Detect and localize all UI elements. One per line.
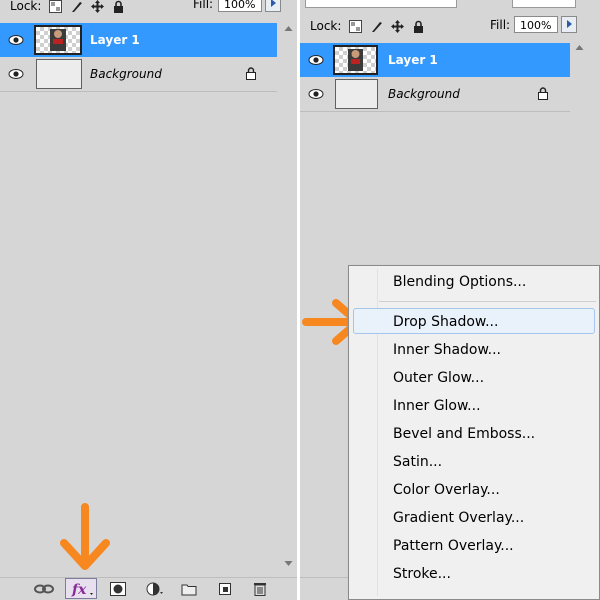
- fx-icon[interactable]: fx: [65, 578, 97, 599]
- lock-move-icon[interactable]: [391, 19, 405, 33]
- opacity-input[interactable]: [512, 0, 576, 8]
- layer-thumbnail: [335, 79, 378, 109]
- fill-label: Fill:: [193, 0, 214, 11]
- lock-paint-icon[interactable]: [370, 20, 383, 33]
- menu-item-gradient-overlay[interactable]: Gradient Overlay...: [393, 510, 524, 526]
- eye-icon[interactable]: [305, 49, 327, 71]
- new-layer-icon[interactable]: [217, 582, 233, 596]
- menu-item-blending-options[interactable]: Blending Options...: [393, 274, 526, 290]
- layer-name: Background: [388, 87, 460, 101]
- menu-item-outer-glow[interactable]: Outer Glow...: [393, 370, 484, 386]
- layer-thumbnail: [34, 25, 82, 55]
- adjustment-icon[interactable]: [146, 582, 163, 596]
- eye-icon[interactable]: [305, 83, 327, 105]
- layers-panel-left: Lock: Fill: 100% Layer 1 Background fx: [0, 0, 297, 600]
- eye-icon[interactable]: [5, 29, 27, 51]
- lock-all-icon[interactable]: [112, 0, 125, 13]
- eye-icon[interactable]: [5, 63, 27, 85]
- layer-thumbnail: [36, 59, 82, 89]
- link-icon[interactable]: [34, 582, 54, 596]
- layer-name: Background: [90, 67, 162, 81]
- lock-move-icon[interactable]: [91, 0, 105, 13]
- lock-transparent-icon[interactable]: [49, 0, 63, 13]
- menu-item-satin[interactable]: Satin...: [393, 454, 442, 470]
- row-divider: [300, 111, 570, 112]
- lock-transparent-icon[interactable]: [349, 19, 363, 33]
- lock-all-icon[interactable]: [412, 20, 425, 33]
- lock-icon: [245, 67, 257, 83]
- fx-context-menu: Blending Options... Drop Shadow... Inner…: [348, 265, 600, 600]
- layer-thumbnail: [333, 45, 378, 75]
- lock-icon: [537, 87, 549, 103]
- blend-mode-dropdown[interactable]: [305, 0, 457, 8]
- menu-item-inner-shadow[interactable]: Inner Shadow...: [393, 342, 501, 358]
- layer-row-layer1[interactable]: Layer 1: [300, 43, 570, 77]
- annotation-arrow-down: [60, 503, 110, 570]
- layer-row-layer1[interactable]: Layer 1: [0, 23, 277, 57]
- scrollbar[interactable]: [281, 24, 296, 570]
- fill-input[interactable]: 100%: [514, 16, 558, 33]
- fill-input[interactable]: 100%: [218, 0, 262, 12]
- fill-slider-button[interactable]: [561, 16, 577, 33]
- menu-item-inner-glow[interactable]: Inner Glow...: [393, 398, 481, 414]
- layers-bottom-toolbar: fx: [0, 577, 297, 600]
- trash-icon[interactable]: [252, 582, 268, 596]
- layer-name: Layer 1: [90, 33, 140, 47]
- menu-item-stroke[interactable]: Stroke...: [393, 566, 451, 582]
- menu-item-pattern-overlay[interactable]: Pattern Overlay...: [393, 538, 514, 554]
- lock-label: Lock:: [10, 0, 42, 13]
- fill-slider-button[interactable]: [265, 0, 281, 12]
- menu-item-drop-shadow[interactable]: Drop Shadow...: [393, 314, 498, 330]
- svg-text:fx: fx: [71, 582, 87, 598]
- menu-item-color-overlay[interactable]: Color Overlay...: [393, 482, 500, 498]
- layer-name: Layer 1: [388, 53, 438, 67]
- menu-separator: [379, 301, 596, 302]
- menu-item-bevel-emboss[interactable]: Bevel and Emboss...: [393, 426, 535, 442]
- layer-row-background[interactable]: Background: [300, 77, 570, 111]
- lock-label: Lock:: [310, 19, 342, 33]
- fill-label: Fill:: [490, 18, 511, 32]
- folder-icon[interactable]: [181, 582, 197, 596]
- row-divider: [0, 91, 277, 92]
- lock-paint-icon[interactable]: [70, 0, 83, 13]
- mask-icon[interactable]: [110, 582, 126, 596]
- layer-row-background[interactable]: Background: [0, 57, 277, 91]
